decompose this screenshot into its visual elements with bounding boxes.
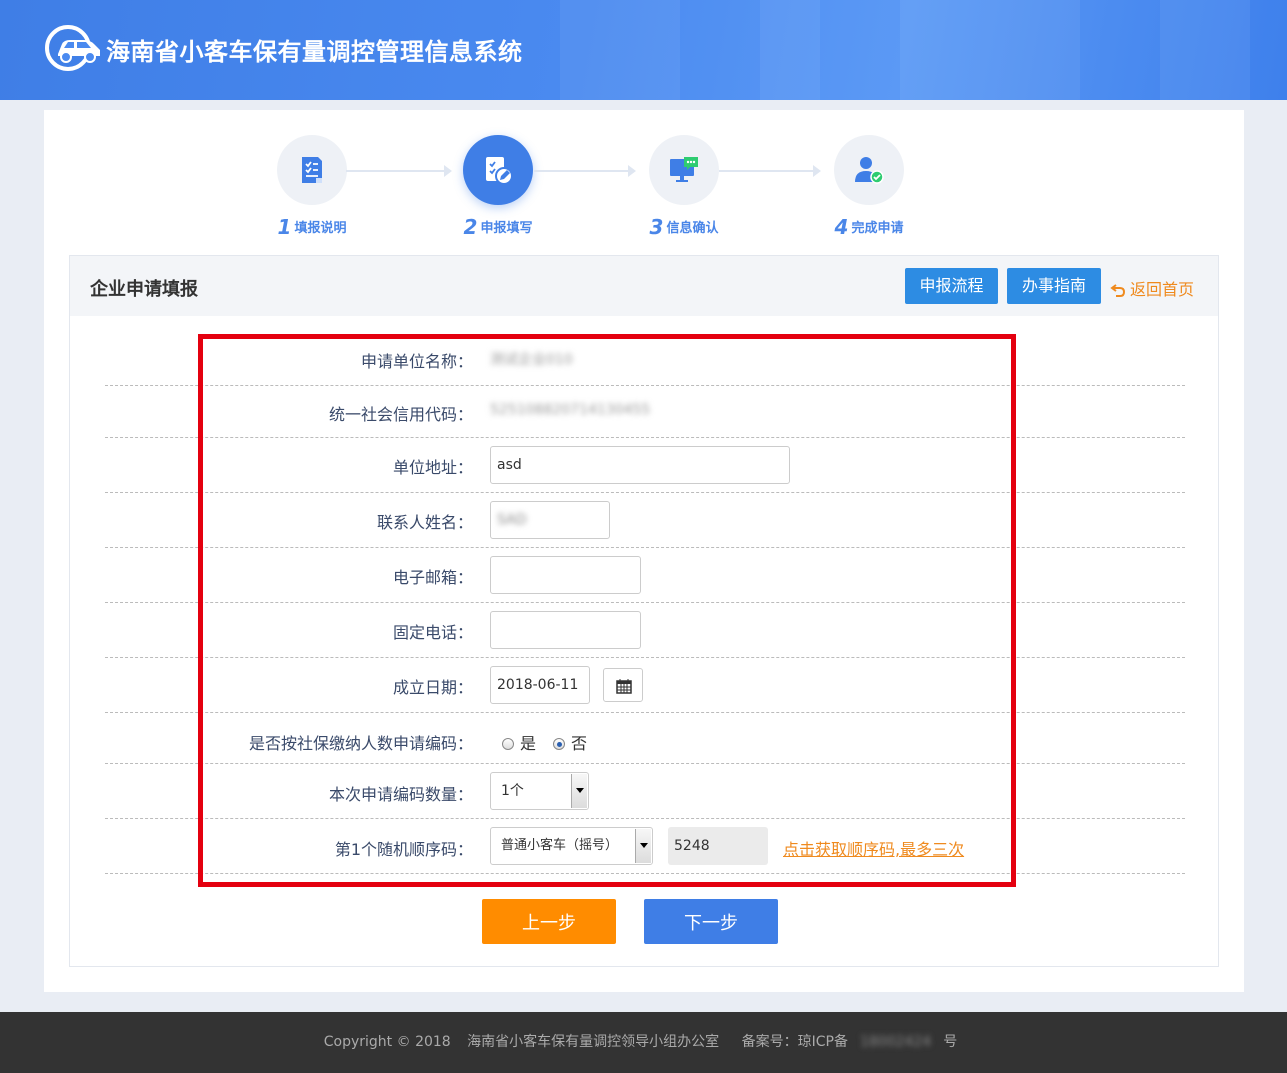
sequence-code-input: 5248 [668,827,768,865]
form-row-contact: 联系人姓名： SAD [105,493,1185,548]
service-guide-button[interactable]: 办事指南 [1007,268,1101,304]
contact-name-label: 联系人姓名： [376,513,473,532]
get-sequence-code-link[interactable]: 点击获取顺序码,最多三次 [783,836,964,860]
step-2-label: 2 申报填写 [463,215,533,239]
form-row-quantity: 本次申请编码数量： 1个 [105,764,1185,819]
phone-label: 固定电话： [392,623,473,642]
company-name-label: 申请单位名称： [360,352,473,371]
email-input[interactable] [490,556,641,594]
back-home-link[interactable]: 返回首页 [1110,276,1194,300]
site-title: 海南省小客车保有量调控管理信息系统 [106,38,523,66]
panel-header: 企业申请填报 申报流程 办事指南 返回首页 [70,256,1218,316]
application-panel: 企业申请填报 申报流程 办事指南 返回首页 申请单位名称： 测试企业010 统一… [69,255,1219,967]
dropdown-caret-icon [571,774,587,808]
quantity-label: 本次申请编码数量： [328,785,473,804]
credit-code-label: 统一社会信用代码： [328,405,473,424]
step-3-circle [649,135,719,205]
car-logo-icon [45,25,100,71]
social-no-radio[interactable]: 否 [553,730,587,754]
header-banner: 海南省小客车保有量调控管理信息系统 [0,0,1287,100]
phone-input[interactable] [490,611,641,649]
step-3: 3 信息确认 [614,135,754,239]
step-1-circle [277,135,347,205]
footer-copyright: Copyright © 2018 [323,1034,451,1050]
progress-steps: 1 填报说明 2 申报填写 3 信息确认 4 完成申请 [44,110,1244,250]
monitor-chat-icon [670,157,698,182]
quantity-select[interactable]: 1个 [490,772,589,810]
step-4-label: 4 完成申请 [834,215,904,239]
vehicle-type-select[interactable]: 普通小客车（摇号） [490,827,653,865]
founded-date-label: 成立日期： [392,678,473,697]
banner-decoration [560,0,680,100]
banner-decoration [900,0,1080,100]
footer-icp-prefix: 备案号：琼ICP备 [741,1034,848,1050]
step-4: 4 完成申请 [799,135,939,239]
vehicle-type-value: 普通小客车（摇号） [501,838,619,853]
calendar-icon [616,679,632,694]
footer: Copyright © 2018 海南省小客车保有量调控领导小组办公室 备案号：… [0,1012,1287,1073]
founded-date-input[interactable]: 2018-06-11 [490,666,590,704]
step-1-label: 1 填报说明 [277,215,347,239]
checklist-icon [302,157,322,183]
form-row-email: 电子邮箱： [105,548,1185,603]
quantity-value: 1个 [501,783,524,799]
banner-decoration [760,0,820,100]
address-label: 单位地址： [392,458,473,477]
prev-step-button[interactable]: 上一步 [482,899,616,944]
footer-icp: 备案号：琼ICP备 18002424 号 [736,1034,964,1050]
company-name-value: 测试企业010 [490,352,573,368]
social-security-label: 是否按社保缴纳人数申请编码： [248,734,473,753]
form-row-credit-code: 统一社会信用代码： 525108820714130455 [105,386,1185,438]
return-arrow-icon [1110,284,1126,297]
dropdown-caret-icon [635,829,651,863]
form-row-sequence: 第1个随机顺序码： 普通小客车（摇号） 5248 点击获取顺序码,最多三次 [105,819,1185,874]
sequence-label: 第1个随机顺序码： [334,840,473,859]
footer-icp-suffix: 号 [943,1034,958,1050]
step-3-label: 3 信息确认 [649,215,719,239]
form-row-address: 单位地址： asd [105,438,1185,493]
social-yes-label: 是 [520,734,537,753]
step-1: 1 填报说明 [242,135,382,239]
form-row-date: 成立日期： 2018-06-11 [105,658,1185,713]
banner-decoration [1160,0,1250,100]
panel-title: 企业申请填报 [90,279,198,300]
email-label: 电子邮箱： [392,568,473,587]
application-form: 申请单位名称： 测试企业010 统一社会信用代码： 52510882071413… [105,316,1185,874]
next-step-button[interactable]: 下一步 [644,899,778,944]
social-yes-radio[interactable]: 是 [502,730,536,754]
contact-name-input[interactable]: SAD [490,501,610,539]
form-row-social-security: 是否按社保缴纳人数申请编码： 是 否 [105,713,1185,764]
form-row-phone: 固定电话： [105,603,1185,658]
radio-dot-selected [553,738,565,750]
footer-icp-number: 18002424 [859,1034,932,1050]
step-2-circle [463,135,533,205]
main-card: 1 填报说明 2 申报填写 3 信息确认 4 完成申请 企业申请填报 申报流程 … [44,110,1244,992]
step-4-circle [834,135,904,205]
form-row-company-name: 申请单位名称： 测试企业010 [105,316,1185,386]
contact-name-value: SAD [497,512,527,528]
step-2: 2 申报填写 [428,135,568,239]
form-edit-icon [486,157,513,185]
social-no-label: 否 [571,734,588,753]
back-home-label: 返回首页 [1130,280,1195,299]
credit-code-value: 525108820714130455 [490,402,651,418]
radio-dot [502,738,514,750]
user-check-icon [855,157,884,184]
calendar-button[interactable] [603,668,643,702]
footer-org: 海南省小客车保有量调控领导小组办公室 [467,1034,720,1050]
address-input[interactable]: asd [490,446,790,484]
apply-flow-button[interactable]: 申报流程 [905,268,998,304]
